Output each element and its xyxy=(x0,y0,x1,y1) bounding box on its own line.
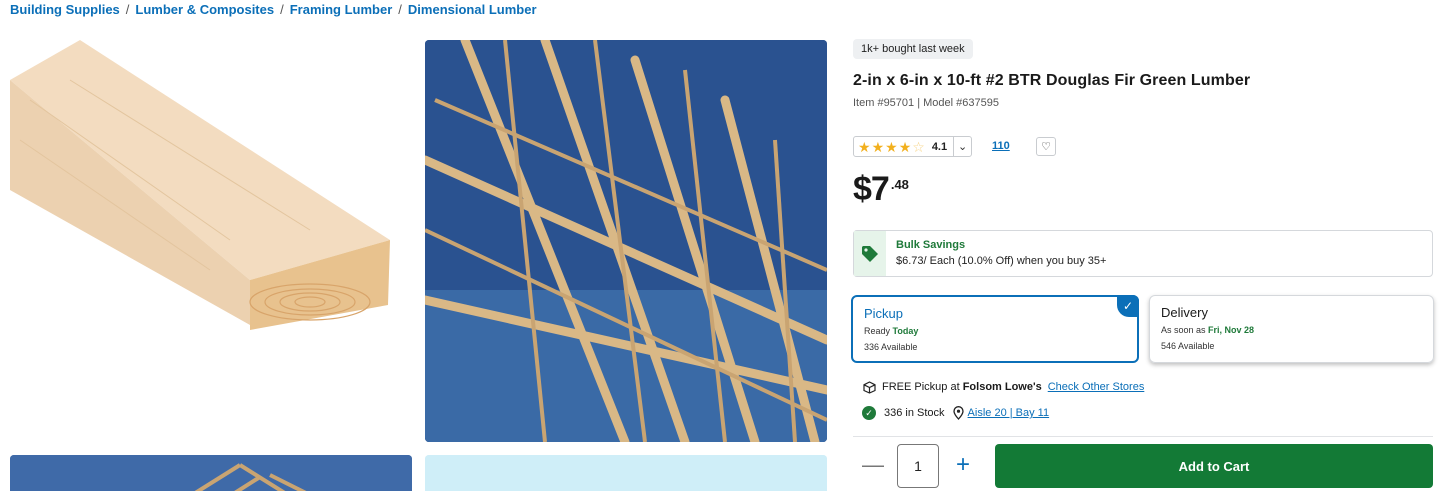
star-icon: ★ xyxy=(898,138,912,155)
delivery-title: Delivery xyxy=(1161,305,1208,320)
bulk-savings-desc: $6.73/ Each (10.0% Off) when you buy 35+ xyxy=(896,255,1107,267)
stock-row: ✓ 336 in Stock Aisle 20 | Bay 11 xyxy=(862,406,1049,420)
delivery-option[interactable]: Delivery As soon as Fri, Nov 28 546 Avai… xyxy=(1149,295,1434,363)
star-icon: ★ xyxy=(858,138,871,155)
price: $7 .48 xyxy=(853,172,909,206)
product-title: 2-in x 6-in x 10-ft #2 BTR Douglas Fir G… xyxy=(853,72,1251,89)
breadcrumb-separator: / xyxy=(125,2,130,17)
free-pickup-text: FREE Pickup at xyxy=(882,381,960,393)
price-cents: .48 xyxy=(890,177,909,192)
in-stock-text: 336 in Stock xyxy=(884,407,945,419)
pickup-title: Pickup xyxy=(864,306,904,321)
bulk-savings-box: Bulk Savings $6.73/ Each (10.0% Off) whe… xyxy=(853,230,1433,277)
chevron-down-icon[interactable]: ⌄ xyxy=(953,137,971,156)
pickup-ready: Ready Today xyxy=(864,326,919,336)
tag-icon xyxy=(854,231,886,276)
check-circle-icon: ✓ xyxy=(862,406,876,420)
quantity-input[interactable]: 1 xyxy=(897,444,939,488)
sky-thumbnail-illustration xyxy=(425,455,827,491)
heart-icon[interactable]: ♡ xyxy=(1036,137,1056,156)
breadcrumb-dimensional-lumber[interactable]: Dimensional Lumber xyxy=(408,2,537,17)
breadcrumb-building-supplies[interactable]: Building Supplies xyxy=(10,2,120,17)
rating-value: 4.1 xyxy=(931,140,948,153)
check-other-stores-link[interactable]: Check Other Stores xyxy=(1048,381,1145,393)
pickup-option[interactable]: ✓ Pickup Ready Today 336 Available xyxy=(851,295,1139,363)
delivery-available: 546 Available xyxy=(1161,341,1215,351)
breadcrumb-framing-lumber[interactable]: Framing Lumber xyxy=(290,2,393,17)
lumber-board-illustration xyxy=(10,40,412,442)
minus-icon[interactable]: — xyxy=(862,452,884,477)
store-name: Folsom Lowe's xyxy=(962,381,1042,393)
package-icon xyxy=(862,380,876,394)
breadcrumb-separator: / xyxy=(398,2,402,17)
breadcrumb-lumber-composites[interactable]: Lumber & Composites xyxy=(135,2,274,17)
star-outline-icon: ☆ xyxy=(912,138,925,155)
breadcrumb: Building Supplies / Lumber & Composites … xyxy=(10,2,537,17)
divider xyxy=(853,436,1433,437)
location-pin-icon xyxy=(952,406,964,420)
product-image-thumbnail-4[interactable] xyxy=(425,455,827,491)
plus-icon[interactable]: + xyxy=(951,451,975,478)
social-proof-badge: 1k+ bought last week xyxy=(853,39,973,59)
roof-truss-illustration xyxy=(425,40,827,442)
truss-thumbnail-illustration xyxy=(10,455,412,491)
star-icon: ★ xyxy=(885,138,898,155)
product-image-thumbnail-3[interactable] xyxy=(10,455,412,491)
aisle-bay-link[interactable]: Aisle 20 | Bay 11 xyxy=(968,407,1050,419)
pickup-store-row: FREE Pickup at Folsom Lowe's Check Other… xyxy=(862,380,1144,394)
delivery-date: As soon as Fri, Nov 28 xyxy=(1161,325,1255,335)
item-model-number: Item #95701 | Model #637595 xyxy=(853,97,999,109)
star-rating: ★ ★ ★ ★ ☆ xyxy=(858,140,925,154)
product-image-board[interactable] xyxy=(10,40,412,442)
breadcrumb-separator: / xyxy=(280,2,284,17)
bulk-savings-title: Bulk Savings xyxy=(896,239,966,251)
price-dollars: $7 xyxy=(853,170,890,208)
review-count-link[interactable]: 110 xyxy=(992,140,1010,152)
pickup-available: 336 Available xyxy=(864,342,918,352)
add-to-cart-button[interactable]: Add to Cart xyxy=(995,444,1433,488)
rating-widget[interactable]: ★ ★ ★ ★ ☆ 4.1 ⌄ xyxy=(853,136,973,157)
star-icon: ★ xyxy=(871,138,885,155)
check-icon: ✓ xyxy=(1117,295,1139,317)
product-image-roof-trusses[interactable] xyxy=(425,40,827,442)
